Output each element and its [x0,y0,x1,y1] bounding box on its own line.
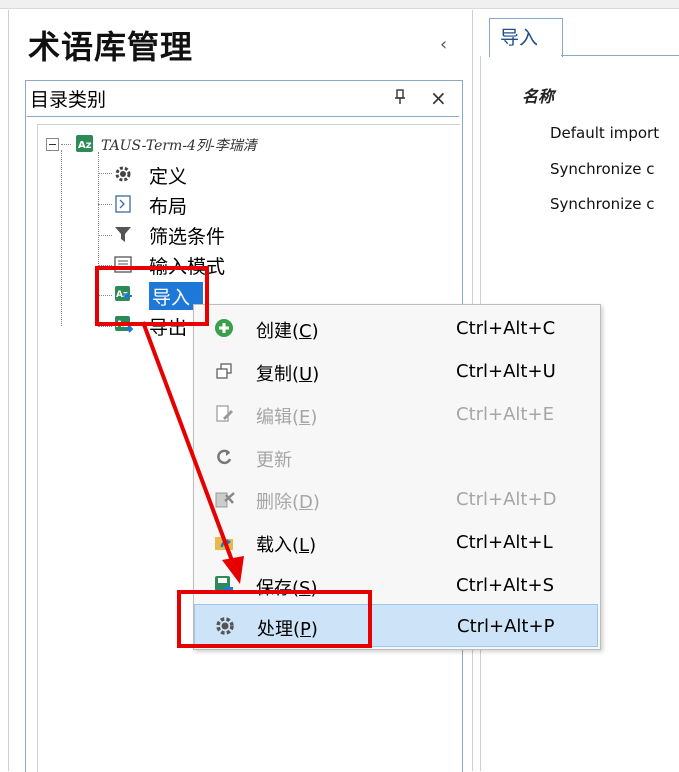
tree-connector [98,326,112,327]
menu-shortcut: Ctrl+Alt+U [456,361,556,382]
menu-item-delete[interactable]: 删除(D) Ctrl+Alt+D [194,478,598,521]
filter-icon [114,226,131,243]
annotation-box-import [95,266,209,326]
menu-accelerator: D [299,492,313,513]
tree-connector [98,235,112,236]
menu-accelerator: L [299,535,310,556]
menu-label: 载入( [256,535,300,556]
menu-shortcut: Ctrl+Alt+C [456,318,556,339]
tree-collapse-toggle[interactable] [46,138,59,151]
menu-item-edit[interactable]: 编辑(E) Ctrl+Alt+E [194,393,598,436]
column-header-name[interactable]: 名称 [522,83,554,107]
tree-item-layout[interactable]: 布局 [149,192,187,219]
plus-circle-icon [214,318,234,338]
menu-shortcut: Ctrl+Alt+E [456,404,554,425]
menu-label: 创建( [256,321,300,342]
menu-label: ) [312,364,320,385]
tree-connector [98,204,112,205]
import-setting-row[interactable]: Default import [550,124,659,142]
menu-accelerator: E [299,407,311,428]
import-setting-row[interactable]: Synchronize c [550,160,654,178]
menu-shortcut: Ctrl+Alt+L [456,532,553,553]
menu-item-create[interactable]: 创建(C) Ctrl+Alt+C [194,307,598,350]
menu-shortcut: Ctrl+Alt+D [456,489,557,510]
menu-shortcut: Ctrl+Alt+S [456,575,554,596]
tree-connector [98,173,112,174]
menu-item-load[interactable]: 载入(L) Ctrl+Alt+L [194,521,598,564]
copy-icon [214,361,234,381]
svg-text:Az: Az [78,140,92,151]
tree-connector [61,150,62,326]
tree-pane-title: 目录类别 [30,89,107,111]
delete-icon [214,489,235,509]
layout-icon [115,195,132,213]
tree-connector [61,144,71,145]
tree-item-filters[interactable]: 筛选条件 [149,222,225,249]
tree-item-definition[interactable]: 定义 [149,162,187,189]
menu-accelerator: C [299,321,312,342]
menu-label: 删除( [256,492,300,513]
panel-title: 术语库管理 [28,28,194,66]
refresh-icon [214,447,234,467]
gear-icon [114,165,131,182]
window-top-strip [0,0,679,9]
menu-shortcut: Ctrl+Alt+P [457,616,555,637]
menu-item-update[interactable]: 更新 [194,436,598,479]
pin-icon[interactable] [394,89,406,109]
menu-label: ) [309,535,317,556]
menu-label: 复制( [256,364,300,385]
menu-label: ) [312,492,320,513]
annotation-box-process [177,590,372,648]
termbase-icon: Az [76,135,93,152]
close-pane-icon[interactable]: × [430,86,447,110]
tab-strip-line [561,55,679,56]
menu-accelerator: U [299,364,313,385]
load-icon [214,532,234,552]
menu-label: ) [311,321,319,342]
tree-root-label[interactable]: TAUS-Term-4列-李瑞清 [101,135,257,155]
menu-label: ) [310,407,318,428]
tab-import-label: 导入 [500,27,539,49]
menu-label: 编辑( [256,407,300,428]
menu-label: 更新 [256,450,292,471]
import-setting-row[interactable]: Synchronize c [550,195,654,213]
collapse-chevron-icon[interactable]: ‹ [440,34,447,55]
menu-item-copy[interactable]: 复制(U) Ctrl+Alt+U [194,350,598,393]
edit-icon [214,404,234,424]
